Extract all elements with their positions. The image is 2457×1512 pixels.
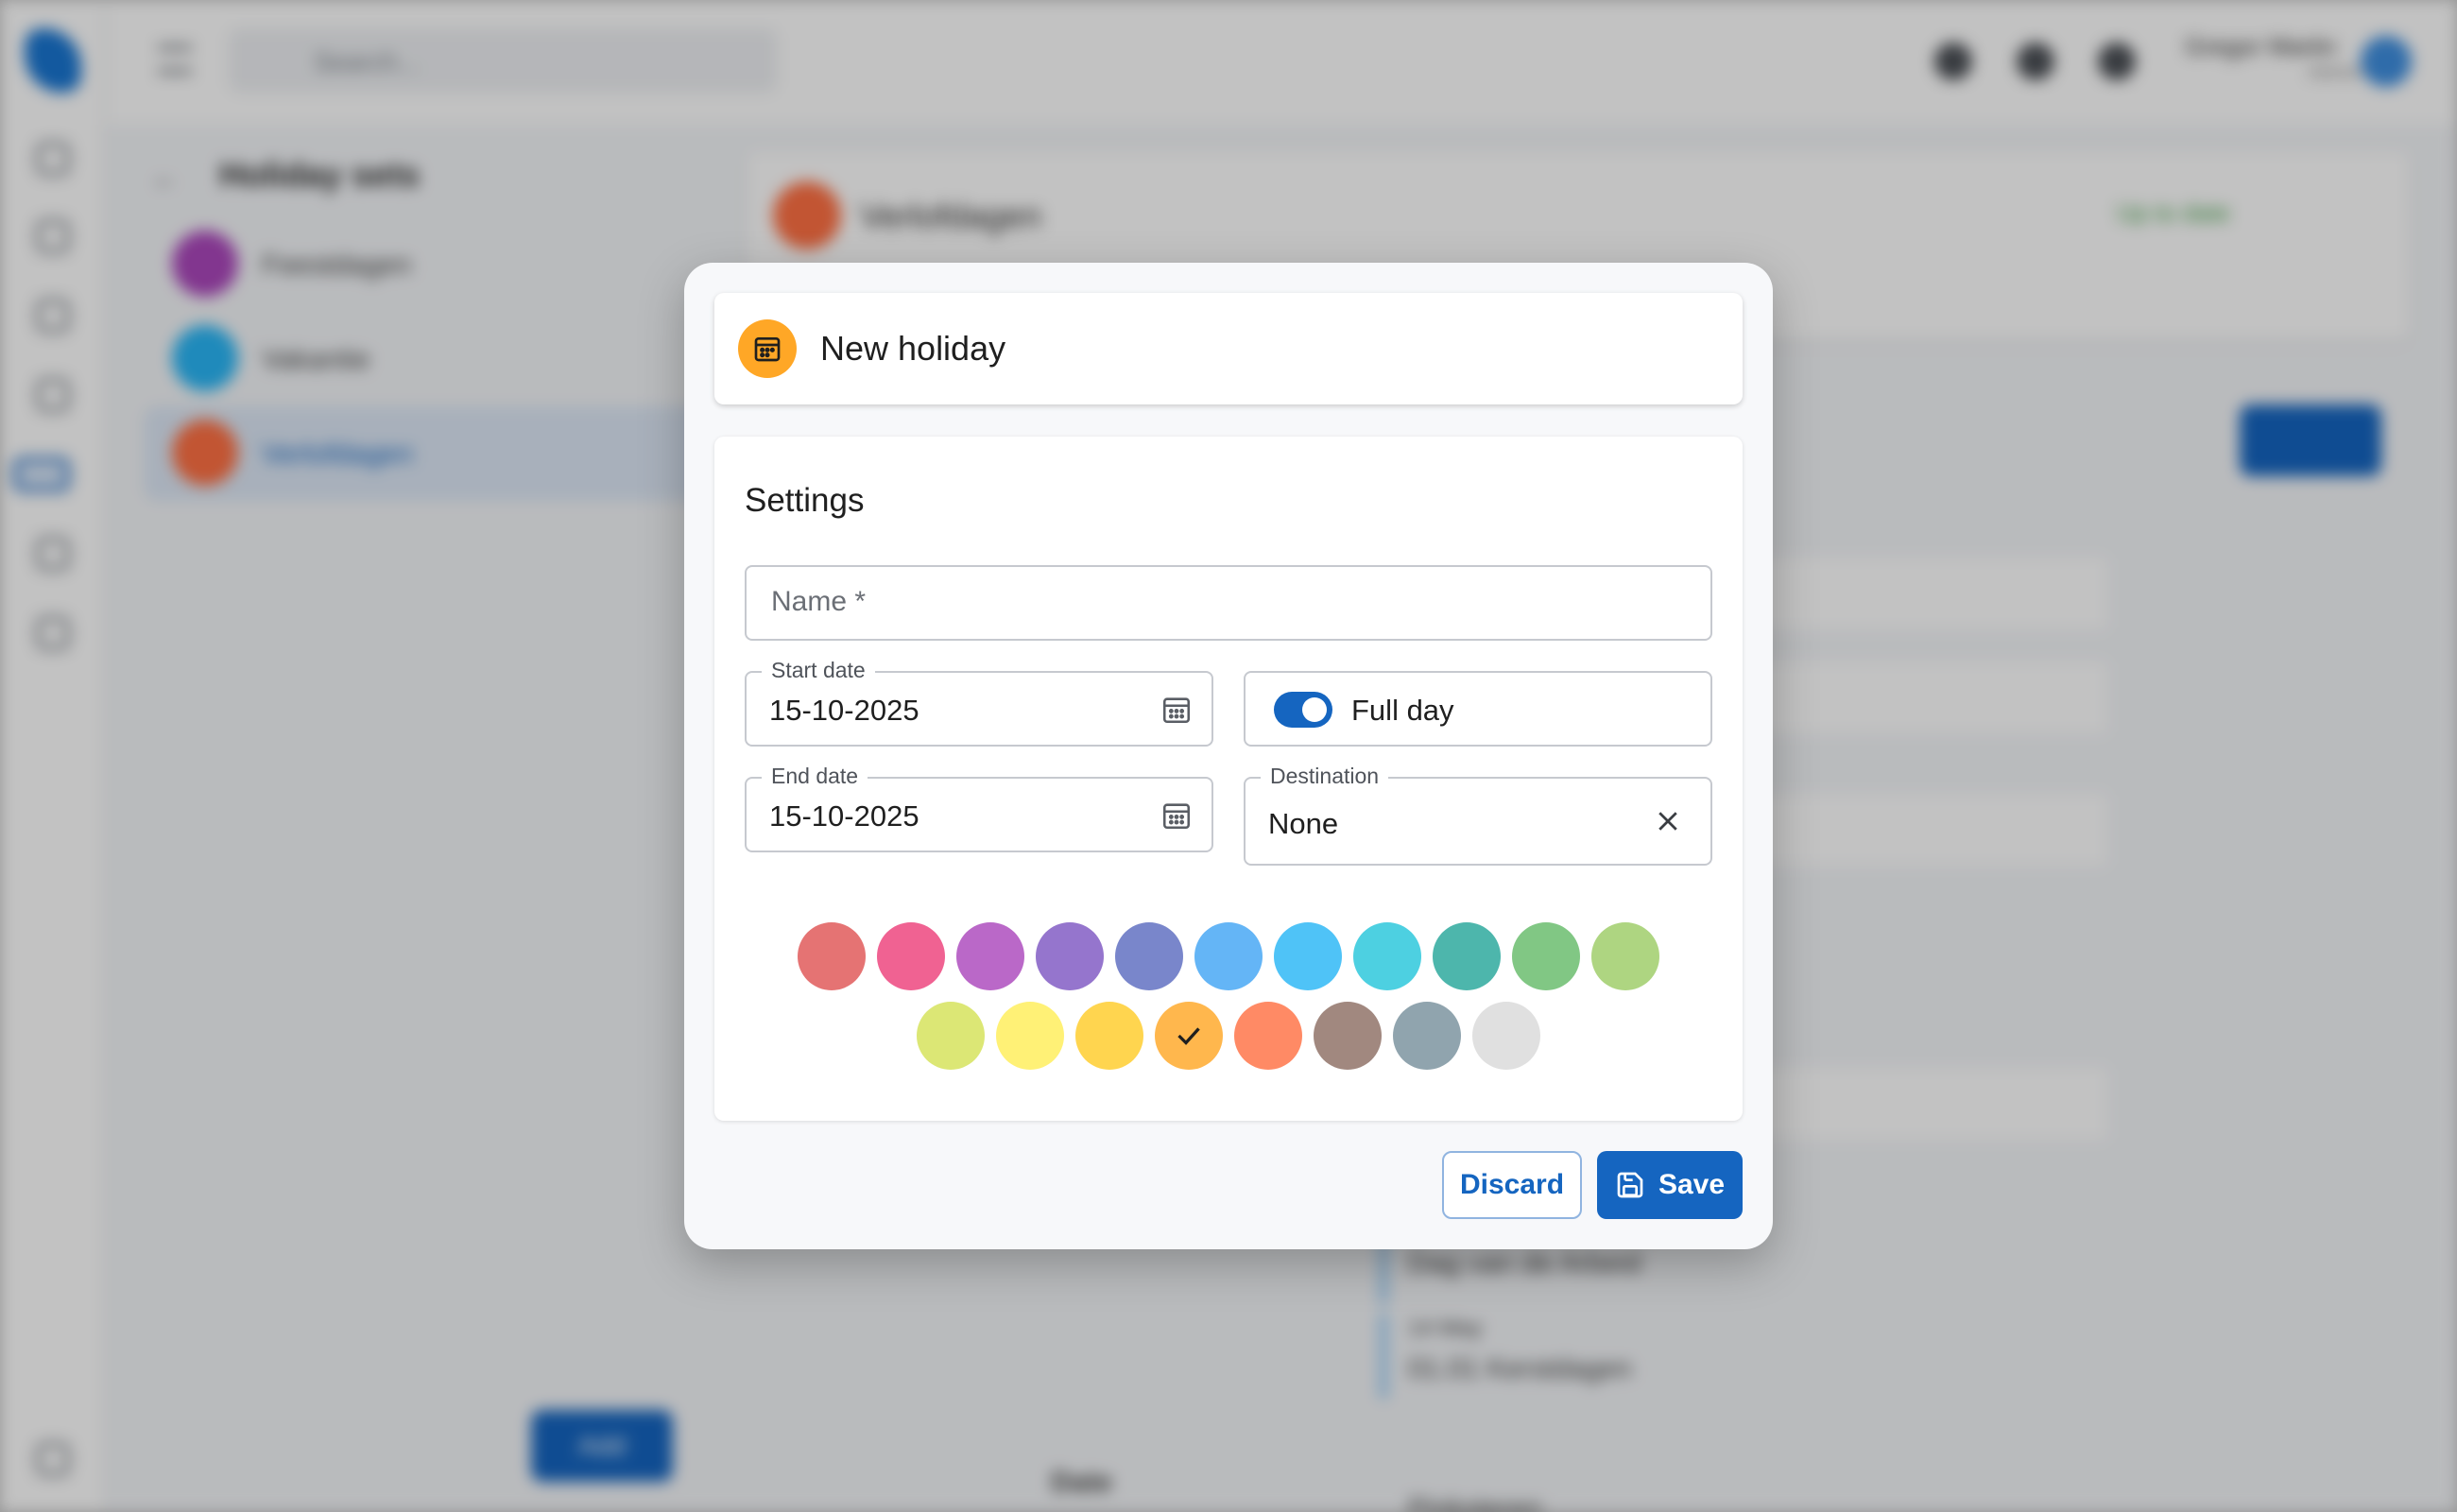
save-label: Save (1658, 1169, 1726, 1200)
color-swatch[interactable] (1472, 1002, 1540, 1070)
calendar-icon[interactable] (1160, 694, 1193, 726)
color-swatch[interactable] (1433, 922, 1501, 990)
color-swatch[interactable] (798, 922, 866, 990)
dialog-title: New holiday (820, 329, 1006, 368)
color-swatch[interactable] (1512, 922, 1580, 990)
start-date-value: 15-10-2025 (769, 694, 919, 727)
destination-value: None (1268, 807, 1339, 840)
discard-button[interactable]: Discard (1442, 1151, 1582, 1219)
end-date-value: 15-10-2025 (769, 799, 919, 833)
close-icon[interactable] (1654, 807, 1682, 835)
start-date-label: Start date (762, 658, 875, 682)
color-swatch[interactable] (1115, 922, 1183, 990)
color-swatch[interactable] (1353, 922, 1421, 990)
color-swatch[interactable] (1591, 922, 1659, 990)
color-swatch[interactable] (917, 1002, 985, 1070)
destination-select[interactable]: Destination None (1244, 764, 1712, 866)
end-date-field[interactable]: End date 15-10-2025 (745, 764, 1213, 852)
save-icon (1617, 1172, 1643, 1198)
color-swatch[interactable] (877, 922, 945, 990)
section-title: Settings (745, 482, 865, 519)
save-button[interactable]: Save (1597, 1151, 1743, 1219)
color-swatch-selected[interactable] (1155, 1002, 1223, 1070)
toggle-knob (1302, 697, 1327, 722)
name-placeholder: Name * (771, 586, 867, 617)
color-swatch[interactable] (1036, 922, 1104, 990)
color-swatch[interactable] (1274, 922, 1342, 990)
full-day-label: Full day (1351, 694, 1454, 727)
color-swatch[interactable] (1234, 1002, 1302, 1070)
full-day-field: Full day (1244, 671, 1712, 747)
color-swatch[interactable] (1393, 1002, 1461, 1070)
new-holiday-dialog: New holiday Settings Name * Start date 1… (684, 263, 1773, 1249)
calendar-icon[interactable] (1160, 799, 1193, 832)
color-swatch[interactable] (1075, 1002, 1143, 1070)
start-date-field[interactable]: Start date 15-10-2025 (745, 658, 1213, 747)
dialog-header: New holiday (714, 293, 1743, 404)
color-swatch[interactable] (1314, 1002, 1382, 1070)
full-day-toggle[interactable] (1274, 692, 1332, 728)
color-swatch[interactable] (996, 1002, 1064, 1070)
color-swatch[interactable] (1194, 922, 1263, 990)
end-date-label: End date (762, 764, 868, 788)
destination-label: Destination (1261, 764, 1389, 788)
calendar-icon (738, 319, 797, 378)
name-field[interactable]: Name * (745, 565, 1712, 641)
settings-card: Settings Name * Start date 15-10-2025 Fu… (714, 437, 1743, 1121)
color-swatch[interactable] (956, 922, 1024, 990)
check-icon (1177, 1027, 1200, 1045)
